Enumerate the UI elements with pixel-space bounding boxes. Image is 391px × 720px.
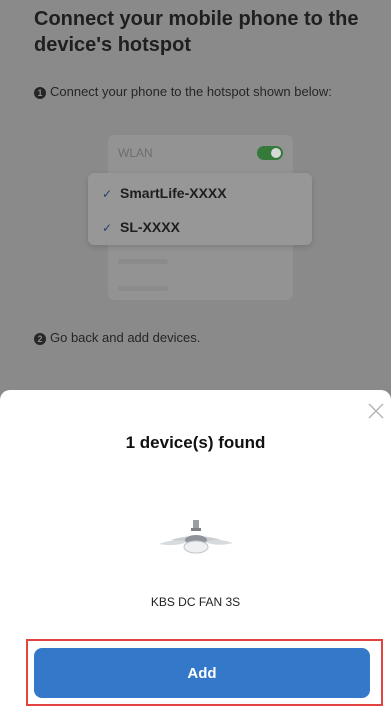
device-found-sheet: 1 device(s) found KBS DC FAN 3S Add [0,390,391,720]
devices-found-title: 1 device(s) found [125,433,266,452]
wlan-label: WLAN [118,146,153,160]
close-icon[interactable] [365,400,387,422]
step-1-text: Connect your phone to the hotspot shown … [50,84,332,99]
step-2: 2 Go back and add devices. [34,329,200,347]
check-icon: ✓ [102,187,113,201]
check-icon: ✓ [102,221,113,235]
step-1: 1 Connect your phone to the hotspot shown… [34,83,332,101]
step-2-number: 2 [34,333,46,345]
ssid-item-sl: ✓ SL-XXXX [102,219,180,235]
ssid-list-illustration: ✓ SmartLife-XXXX ✓ SL-XXXX [88,173,312,245]
ssid-label: SmartLife-XXXX [120,185,227,201]
page-title: Connect your mobile phone to the device'… [34,8,359,56]
dimmed-guide-background: Connect your mobile phone to the device'… [0,0,391,400]
step-2-text: Go back and add devices. [50,330,201,345]
hotspot-connect-screen: Connect your mobile phone to the device'… [0,0,391,720]
ceiling-fan-image [155,518,237,558]
ssid-item-smartlife: ✓ SmartLife-XXXX [102,185,227,201]
placeholder-line [118,286,168,291]
placeholder-line [118,259,168,264]
wlan-toggle-icon [257,146,283,160]
wlan-row: WLAN [118,143,283,163]
ssid-label: SL-XXXX [120,219,180,235]
step-1-number: 1 [34,87,46,99]
add-button[interactable]: Add [34,648,370,698]
device-name: KBS DC FAN 3S [150,595,241,609]
